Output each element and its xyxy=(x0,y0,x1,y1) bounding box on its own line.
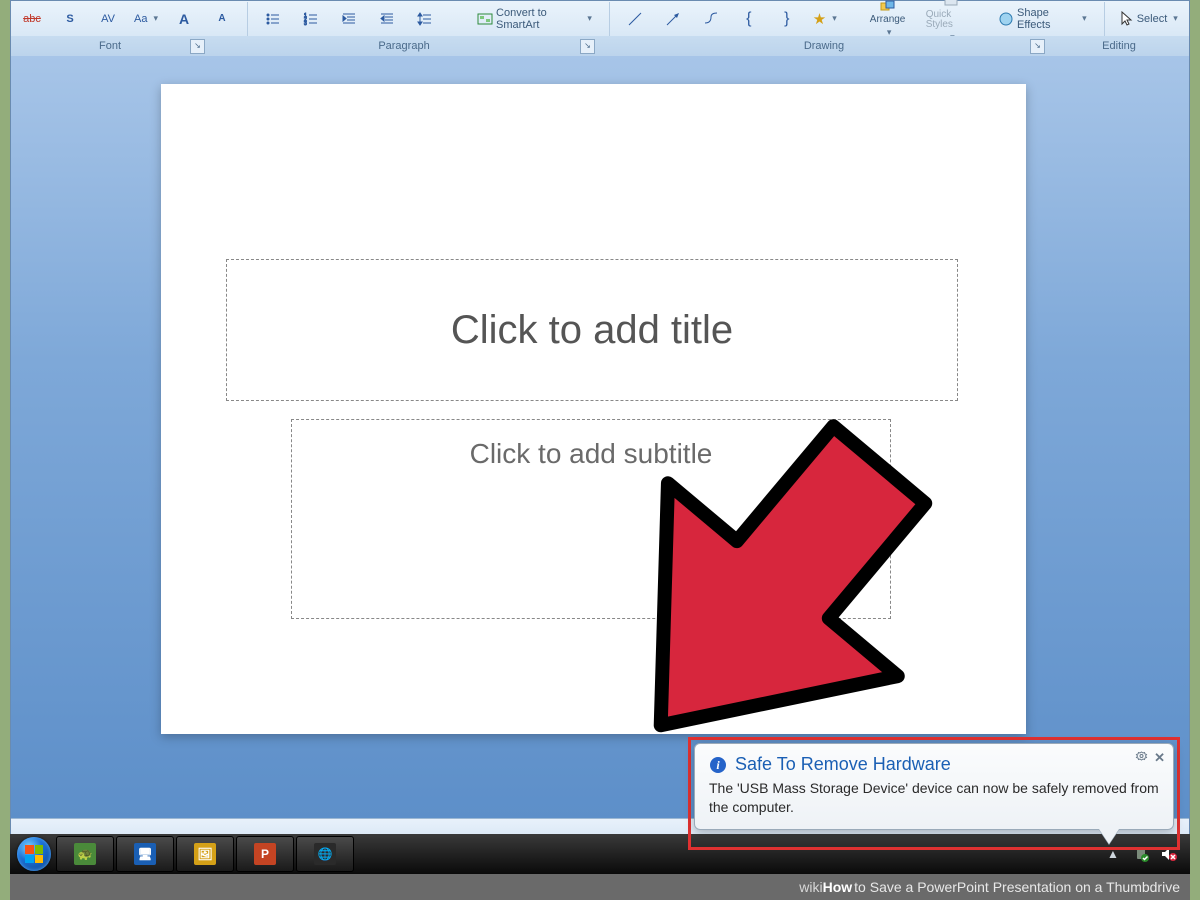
balloon-settings-icon[interactable] xyxy=(1135,750,1148,766)
text-shadow-button[interactable]: S xyxy=(53,5,87,33)
start-orb-icon xyxy=(17,837,51,871)
shape-connector-icon xyxy=(703,11,719,27)
arrange-label: Arrange xyxy=(870,15,906,25)
group-separator xyxy=(1104,2,1105,36)
strikethrough-button[interactable]: abc xyxy=(15,5,49,33)
shape-arrow-button[interactable] xyxy=(656,5,690,33)
tray-safely-remove-icon[interactable] xyxy=(1132,845,1150,863)
convert-smartart-label: Convert to SmartArt xyxy=(496,7,581,31)
subtitle-placeholder-text: Click to add subtitle xyxy=(470,438,713,470)
numbering-button[interactable]: 123 xyxy=(294,5,328,33)
slide-workspace[interactable]: Click to add title Click to add subtitle xyxy=(11,56,1189,819)
shape-arrow-icon xyxy=(665,11,681,27)
taskbar-powerpoint[interactable]: P xyxy=(236,836,294,872)
shape-brace-right-button[interactable]: } xyxy=(770,5,804,33)
windows-taskbar: 🐢 🖥 🖼 P 🌐 ▲ xyxy=(10,834,1190,874)
shape-effects-button[interactable]: Shape Effects xyxy=(989,3,1096,35)
drawing-dialog-launcher[interactable]: ↘ xyxy=(1030,39,1045,54)
balloon-title: Safe To Remove Hardware xyxy=(735,754,951,775)
font-dialog-launcher[interactable]: ↘ xyxy=(190,39,205,54)
taskbar-app-2[interactable]: 🖥 xyxy=(116,836,174,872)
bullets-icon xyxy=(265,11,281,27)
wikihow-caption: wikiHow to Save a PowerPoint Presentatio… xyxy=(10,874,1190,900)
grow-font-button[interactable]: A xyxy=(167,5,201,33)
taskbar-app-3[interactable]: 🖼 xyxy=(176,836,234,872)
increase-indent-button[interactable] xyxy=(370,5,404,33)
ribbon-toolbar: abc S AV Aa A A 123 Convert to SmartArt xyxy=(11,1,1189,37)
font-group-label: Font↘ xyxy=(11,36,209,56)
app-icon: 🌐 xyxy=(314,843,336,865)
smartart-icon xyxy=(477,11,493,27)
change-case-icon: Aa xyxy=(134,11,148,27)
line-spacing-button[interactable] xyxy=(408,5,442,33)
notification-balloon: ✕ i Safe To Remove Hardware The 'USB Mas… xyxy=(694,743,1174,830)
group-separator xyxy=(247,2,248,36)
windows-logo-icon xyxy=(25,845,43,863)
shape-star-button[interactable]: ★ xyxy=(808,5,842,33)
numbering-icon: 123 xyxy=(303,11,319,27)
shape-effects-label: Shape Effects xyxy=(1017,7,1076,31)
grow-font-icon: A xyxy=(176,11,192,27)
shrink-font-button[interactable]: A xyxy=(205,5,239,33)
select-label: Select xyxy=(1137,13,1168,25)
tray-volume-muted-icon[interactable] xyxy=(1160,845,1178,863)
caption-wiki: wiki xyxy=(799,879,822,895)
balloon-close-icon[interactable]: ✕ xyxy=(1154,750,1165,766)
slide-canvas[interactable]: Click to add title Click to add subtitle xyxy=(161,84,1026,734)
shape-line-button[interactable] xyxy=(618,5,652,33)
arrange-icon xyxy=(880,0,896,12)
system-tray: ▲ xyxy=(1104,845,1186,863)
quick-styles-icon xyxy=(943,0,959,7)
convert-smartart-button[interactable]: Convert to SmartArt xyxy=(468,3,601,35)
ribbon-group-labels: Font↘ Paragraph↘ Drawing↘ Editing xyxy=(11,36,1189,57)
balloon-tail xyxy=(1099,829,1119,844)
app-icon: 🖼 xyxy=(194,843,216,865)
brace-left-icon: { xyxy=(741,11,757,27)
line-spacing-icon xyxy=(417,11,433,27)
caption-how: How xyxy=(823,879,853,895)
char-spacing-icon: AV xyxy=(100,11,116,27)
strikethrough-icon: abc xyxy=(24,11,40,27)
paragraph-dialog-launcher[interactable]: ↘ xyxy=(580,39,595,54)
increase-indent-icon xyxy=(379,11,395,27)
app-icon: 🐢 xyxy=(74,843,96,865)
subtitle-placeholder[interactable]: Click to add subtitle xyxy=(291,419,891,619)
arrange-button[interactable]: Arrange xyxy=(862,2,912,36)
shrink-font-icon: A xyxy=(214,11,230,27)
info-icon: i xyxy=(709,756,727,774)
title-placeholder-text: Click to add title xyxy=(451,308,733,353)
star-icon: ★ xyxy=(813,11,827,27)
bullets-button[interactable] xyxy=(256,5,290,33)
select-button[interactable]: Select xyxy=(1113,3,1185,35)
cursor-icon xyxy=(1120,11,1134,27)
app-icon: 🖥 xyxy=(134,843,156,865)
balloon-body[interactable]: ✕ i Safe To Remove Hardware The 'USB Mas… xyxy=(694,743,1174,830)
shape-brace-left-button[interactable]: { xyxy=(732,5,766,33)
quick-styles-button[interactable]: Quick Styles xyxy=(917,2,985,36)
taskbar-app-5[interactable]: 🌐 xyxy=(296,836,354,872)
change-case-button[interactable]: Aa xyxy=(129,5,163,33)
taskbar-app-1[interactable]: 🐢 xyxy=(56,836,114,872)
title-placeholder[interactable]: Click to add title xyxy=(226,259,958,401)
shape-connector-button[interactable] xyxy=(694,5,728,33)
quick-styles-label: Quick Styles xyxy=(926,10,976,30)
balloon-message: The 'USB Mass Storage Device' device can… xyxy=(709,779,1159,817)
decrease-indent-icon xyxy=(341,11,357,27)
brace-right-icon: } xyxy=(779,11,795,27)
shape-effects-icon xyxy=(998,11,1014,27)
shape-line-icon xyxy=(627,11,643,27)
group-separator xyxy=(609,2,610,36)
tray-show-hidden-icon[interactable]: ▲ xyxy=(1104,845,1122,863)
char-spacing-button[interactable]: AV xyxy=(91,5,125,33)
caption-title: to Save a PowerPoint Presentation on a T… xyxy=(854,879,1180,895)
editing-group-label: Editing xyxy=(1049,36,1189,56)
start-button[interactable] xyxy=(14,834,54,874)
paragraph-group-label: Paragraph↘ xyxy=(209,36,599,56)
svg-text:3: 3 xyxy=(304,21,307,27)
drawing-group-label: Drawing↘ xyxy=(599,36,1049,56)
text-shadow-icon: S xyxy=(62,11,78,27)
decrease-indent-button[interactable] xyxy=(332,5,366,33)
powerpoint-icon: P xyxy=(254,843,276,865)
